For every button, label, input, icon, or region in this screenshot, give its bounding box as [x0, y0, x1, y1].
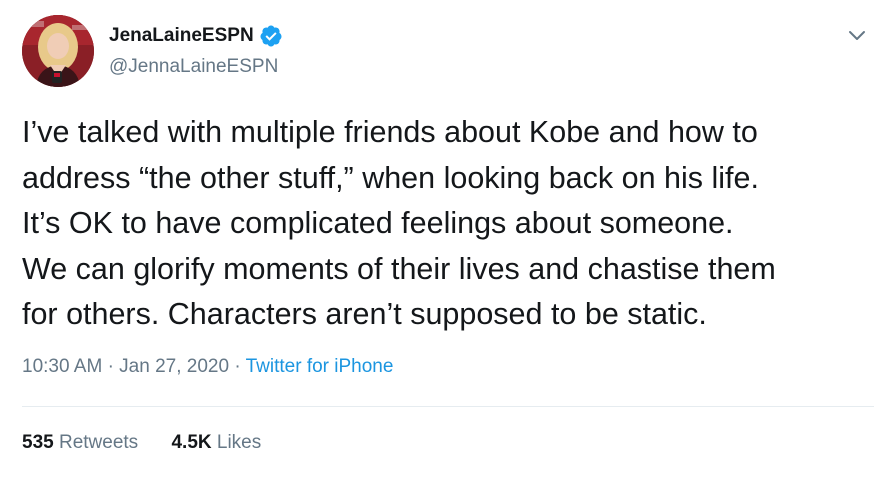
avatar-image [22, 15, 94, 87]
tweet-text: I’ve talked with multiple friends about … [22, 115, 776, 331]
retweets-stat[interactable]: 535 Retweets [22, 432, 143, 453]
divider [22, 406, 874, 407]
likes-stat[interactable]: 4.5K Likes [171, 432, 261, 453]
tweet-source-link[interactable]: Twitter for iPhone [246, 356, 394, 377]
tweet-stats: 535 Retweets 4.5K Likes [22, 432, 261, 454]
display-name[interactable]: JenaLaineESPN [109, 25, 254, 47]
chevron-down-icon[interactable] [846, 24, 868, 46]
meta-separator: · [234, 356, 241, 377]
retweets-count: 535 [22, 432, 54, 453]
meta-separator: · [107, 356, 114, 377]
user-handle[interactable]: @JennaLaineESPN [109, 56, 278, 78]
likes-label: Likes [216, 432, 262, 453]
likes-count: 4.5K [171, 432, 212, 453]
tweet-metadata: 10:30 AM · Jan 27, 2020 · Twitter for iP… [22, 356, 393, 378]
tweet-date[interactable]: Jan 27, 2020 [119, 356, 229, 377]
verified-badge-icon [259, 24, 283, 48]
retweets-label: Retweets [58, 432, 139, 453]
author-name-row: JenaLaineESPN [109, 24, 283, 48]
tweet-time[interactable]: 10:30 AM [22, 356, 102, 377]
avatar[interactable] [22, 15, 94, 87]
tweet-card: JenaLaineESPN @JennaLaineESPN I’ve talke… [0, 0, 893, 480]
